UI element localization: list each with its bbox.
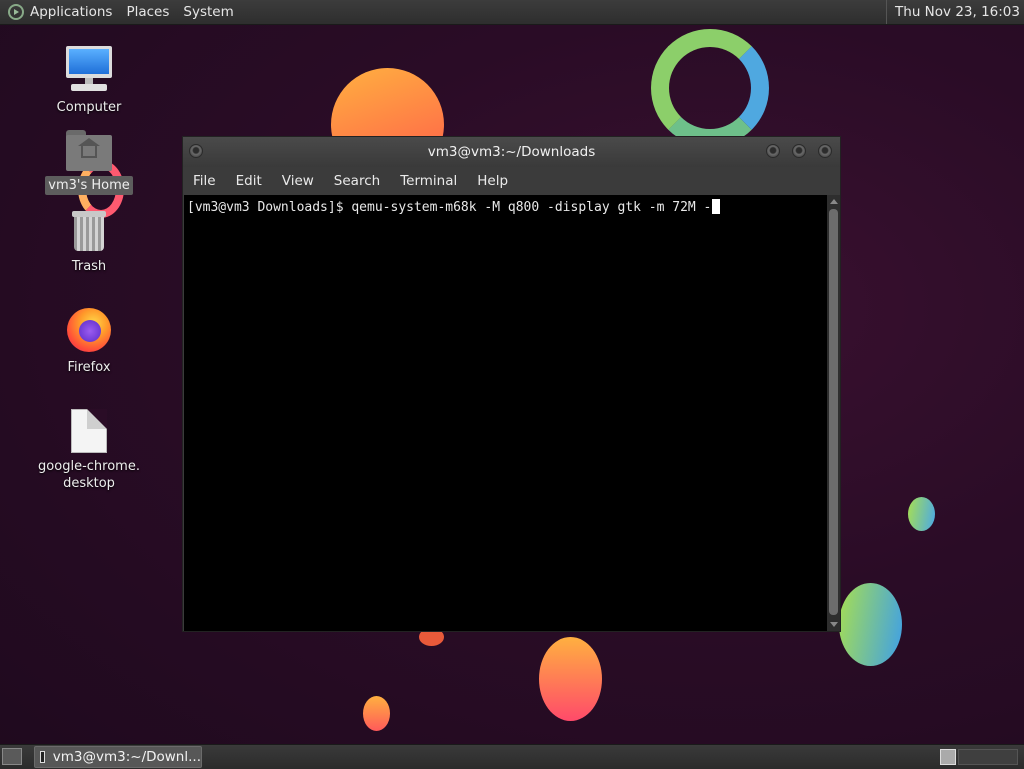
desktop-icon-firefox[interactable]: Firefox (34, 306, 144, 377)
places-menu[interactable]: Places (126, 4, 169, 20)
bottom-panel: vm3@vm3:~/Downl... (0, 744, 1024, 769)
trash-icon (71, 209, 107, 253)
terminal-output[interactable]: [vm3@vm3 Downloads]$ qemu-system-m68k -M… (184, 195, 827, 631)
show-desktop-icon[interactable] (2, 748, 22, 765)
window-titlebar[interactable]: vm3@vm3:~/Downloads (183, 137, 840, 167)
command-line: [vm3@vm3 Downloads]$ qemu-system-m68k -M… (187, 199, 721, 215)
clock[interactable]: Thu Nov 23, 16:03 (886, 0, 1024, 24)
taskbar-terminal-button[interactable]: vm3@vm3:~/Downl... (34, 746, 202, 768)
maximize-button[interactable] (792, 144, 806, 158)
wallpaper-blue-green-dot (908, 497, 935, 531)
desktop-icon-chrome-desktop[interactable]: google-chrome. desktop (34, 409, 144, 493)
wallpaper-ring-large (651, 29, 769, 147)
terminal-menubar: File Edit View Search Terminal Help (183, 167, 840, 195)
workspace-switcher[interactable] (958, 749, 1018, 765)
terminal-window[interactable]: vm3@vm3:~/Downloads File Edit View Searc… (182, 136, 841, 632)
desktop-icon-label: vm3's Home (45, 176, 133, 195)
scrollbar-thumb[interactable] (829, 209, 838, 615)
window-title: vm3@vm3:~/Downloads (427, 144, 596, 160)
taskbar-label: vm3@vm3:~/Downl... (52, 749, 201, 765)
text-file-icon (71, 409, 107, 453)
terminal-icon (40, 751, 45, 763)
menu-edit[interactable]: Edit (226, 173, 272, 189)
scroll-up-arrow-icon[interactable] (830, 199, 838, 204)
terminal-scrollbar[interactable] (827, 195, 840, 631)
scroll-down-arrow-icon[interactable] (830, 622, 838, 627)
gnome-foot-icon[interactable] (8, 4, 24, 20)
wallpaper-orange-dot (363, 696, 390, 731)
desktop-icon-label: Trash (71, 259, 107, 274)
desktop-icon-computer[interactable]: Computer (34, 46, 144, 117)
close-button[interactable] (818, 144, 832, 158)
desktop-icon-home[interactable]: vm3's Home (34, 130, 144, 195)
desktop-icon-label: Computer (56, 100, 122, 115)
wallpaper-blue-green-oval (839, 583, 902, 666)
window-menu-button[interactable] (189, 144, 203, 158)
desktop-icon-label: google-chrome. desktop (38, 459, 140, 491)
menu-help[interactable]: Help (467, 173, 518, 189)
home-folder-icon (66, 130, 112, 172)
system-menu[interactable]: System (183, 4, 233, 20)
menu-view[interactable]: View (272, 173, 324, 189)
applications-menu[interactable]: Applications (30, 4, 112, 20)
desktop-icon-label: Firefox (67, 360, 111, 375)
computer-icon (65, 46, 113, 94)
workspace-1[interactable] (940, 749, 956, 765)
desktop-icon-trash[interactable]: Trash (34, 209, 144, 276)
menu-file[interactable]: File (183, 173, 226, 189)
command-text: [vm3@vm3 Downloads]$ qemu-system-m68k -M… (187, 200, 712, 215)
menu-search[interactable]: Search (324, 173, 390, 189)
text-cursor (712, 199, 721, 214)
menu-terminal[interactable]: Terminal (390, 173, 467, 189)
firefox-icon (65, 306, 113, 354)
top-panel: Applications Places System Thu Nov 23, 1… (0, 0, 1024, 25)
wallpaper-orange-oval (539, 637, 602, 721)
minimize-button[interactable] (766, 144, 780, 158)
